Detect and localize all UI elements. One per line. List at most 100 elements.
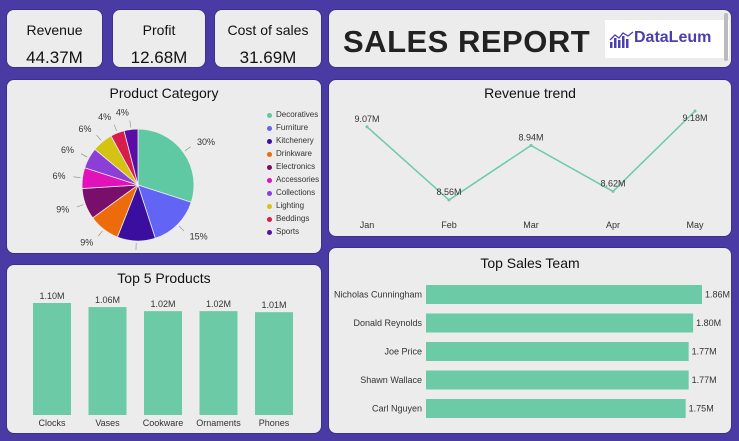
x-tick-label: Apr — [606, 220, 620, 230]
bar — [199, 311, 238, 415]
horizontal-bar-chart: 1.86M Nicholas Cunningham 1.80M Donald Reyn… — [334, 285, 730, 418]
line-point — [529, 143, 533, 147]
pie-slice-label: 15% — [190, 232, 208, 242]
x-tick-label: Clocks — [38, 418, 66, 428]
pie-leader-line — [96, 134, 102, 141]
chart-title: Top 5 Products — [117, 270, 211, 286]
legend-label: Drinkware — [276, 149, 313, 158]
pie-slice-label: 4% — [116, 108, 129, 118]
legend-label: Kitchenery — [276, 136, 314, 145]
bar — [426, 313, 694, 333]
x-tick-label: Jan — [360, 220, 375, 230]
legend-swatch — [267, 113, 272, 118]
y-tick-label: Shawn Wallace — [360, 375, 422, 385]
bar — [426, 370, 689, 390]
header-card: SALES REPORT DataLeum — [328, 9, 732, 68]
legend-swatch — [267, 191, 272, 196]
pie-chart: 30% 15% 11% 9% 9% 6% 6% 6% 4% 4% — [53, 108, 216, 254]
line-data-label: 8.94M — [518, 132, 543, 142]
logo-text: DataLeum — [634, 29, 712, 46]
line-data-label: 9.18M — [682, 113, 707, 123]
pie-leader-line — [80, 153, 88, 158]
bar — [426, 342, 689, 361]
pie-slice-label: 4% — [98, 112, 111, 122]
pie-leader-line — [129, 120, 132, 128]
pie-leader-line — [97, 230, 103, 237]
top-products-card: Top 5 Products 1.10M Clocks 1.06M Vases 1.02… — [6, 264, 322, 434]
legend-swatch — [267, 152, 272, 157]
kpi-title: Cost of sales — [227, 22, 309, 38]
kpi-card-cost-of-sales: Cost of sales 31.69M — [214, 9, 322, 68]
top-team-card: Top Sales Team 1.86M Nicholas Cunningham 1… — [328, 247, 732, 434]
y-tick-label: Nicholas Cunningham — [334, 290, 422, 300]
legend-label: Beddings — [276, 214, 310, 223]
dataleum-logo: DataLeum — [605, 20, 729, 58]
pie-slice-label: 6% — [61, 145, 74, 155]
x-tick-label: Phones — [259, 418, 290, 428]
line-point — [611, 189, 615, 193]
x-tick-label: Vases — [95, 418, 120, 428]
line-chart: 9.07M Jan 8.56M Feb 8.94M Mar 8.62M Apr 9.18M May — [354, 109, 708, 230]
bar-data-label: 1.80M — [696, 318, 721, 328]
bar — [88, 307, 127, 415]
pie-slice-label: 9% — [80, 238, 93, 248]
bar-data-label: 1.10M — [39, 291, 64, 301]
legend-swatch — [267, 126, 272, 131]
bar — [144, 311, 182, 415]
product-category-card: Product Category 30% 15% 11% 9% 9% 6% 6% 6% 4% 4%… — [6, 79, 322, 254]
scrollbar[interactable] — [724, 13, 728, 61]
pie-slice-label: 11% — [118, 253, 135, 254]
kpi-title: Revenue — [26, 22, 83, 38]
line-data-label: 8.62M — [600, 178, 625, 188]
bar-data-label: 1.75M — [689, 404, 714, 414]
bar-data-label: 1.02M — [206, 299, 231, 309]
page-title: SALES REPORT — [343, 24, 591, 59]
chart-title: Product Category — [109, 85, 219, 101]
kpi-card-profit: Profit 12.68M — [112, 9, 206, 68]
legend-swatch — [267, 165, 272, 170]
y-tick-label: Joe Price — [384, 347, 422, 357]
x-tick-label: May — [686, 220, 704, 230]
bar-chart-logo-icon — [609, 31, 634, 48]
legend-label: Furniture — [276, 123, 309, 132]
pie-slice-label: 30% — [197, 137, 215, 147]
chart-title: Top Sales Team — [480, 255, 580, 271]
chart-title: Revenue trend — [484, 85, 576, 101]
kpi-title: Profit — [142, 22, 176, 38]
pie-leader-line — [184, 146, 191, 152]
bar-data-label: 1.02M — [150, 299, 175, 309]
pie-slice-label: 6% — [78, 124, 91, 134]
bar-data-label: 1.77M — [692, 375, 717, 385]
x-tick-label: Feb — [441, 220, 457, 230]
kpi-card-revenue: Revenue 44.37M — [6, 9, 103, 68]
bar-data-label: 1.06M — [95, 295, 120, 305]
legend-swatch — [267, 217, 272, 222]
kpi-value: 44.37M — [26, 48, 83, 67]
legend-swatch — [267, 139, 272, 144]
bar-data-label: 1.01M — [261, 300, 286, 310]
bar — [426, 285, 702, 304]
bar — [426, 399, 686, 418]
pie-slice-label: 9% — [56, 205, 69, 215]
pie-leader-line — [113, 124, 117, 132]
pie-leader-line — [178, 225, 185, 232]
legend-swatch — [267, 230, 272, 235]
x-tick-label: Cookware — [143, 418, 184, 428]
bar — [33, 303, 71, 415]
pie-leader-line — [76, 204, 84, 208]
pie-leader-line — [73, 176, 81, 179]
legend-label: Decoratives — [276, 110, 319, 119]
line-point — [447, 198, 451, 202]
x-tick-label: Ornaments — [196, 418, 241, 428]
kpi-value: 31.69M — [239, 48, 297, 67]
legend-label: Electronics — [276, 162, 316, 171]
bar — [255, 312, 293, 415]
bar-chart: 1.10M Clocks 1.06M Vases 1.02M Cookware 1.02M O… — [33, 291, 293, 428]
line-data-label: 9.07M — [354, 114, 379, 124]
bar-data-label: 1.77M — [692, 347, 717, 357]
legend-label: Collections — [276, 188, 316, 197]
pie-slice-label: 6% — [53, 171, 66, 181]
kpi-value: 12.68M — [130, 48, 188, 67]
y-tick-label: Donald Reynolds — [353, 318, 422, 328]
legend-label: Lighting — [276, 201, 305, 210]
